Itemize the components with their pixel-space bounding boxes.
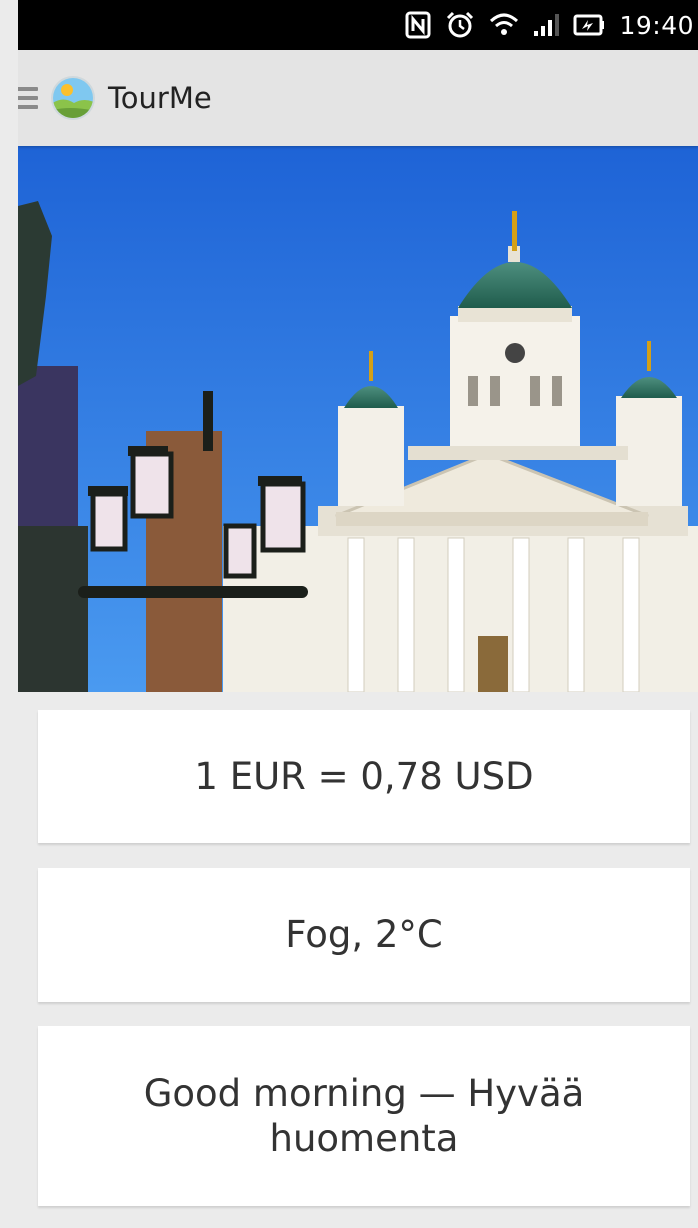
alarm-icon — [447, 11, 474, 38]
tourme-logo-icon[interactable] — [50, 75, 96, 121]
nfc-icon — [405, 11, 431, 39]
signal-icon — [534, 14, 560, 36]
status-bar: 19:40 — [18, 0, 698, 50]
greeting-text: Good morning — Hyvää huomenta — [143, 1071, 585, 1160]
hamburger-icon[interactable] — [18, 87, 38, 109]
app-title: TourMe — [108, 81, 212, 115]
action-bar: TourMe — [18, 50, 698, 146]
exchange-rate-card[interactable]: 1 EUR = 0,78 USD — [38, 710, 690, 843]
hero-image — [18, 146, 698, 692]
battery-icon — [573, 14, 605, 36]
status-time: 19:40 — [619, 10, 694, 40]
exchange-rate-text: 1 EUR = 0,78 USD — [194, 754, 534, 798]
greeting-card[interactable]: Good morning — Hyvää huomenta — [38, 1026, 690, 1206]
weather-text: Fog, 2°C — [285, 913, 443, 957]
helsinki-cathedral-photo — [18, 146, 698, 692]
wifi-icon — [490, 13, 519, 35]
app-screen: 19:40 TourMe 1 EUR = 0,78 USD Fog, 2°C G… — [18, 0, 698, 1228]
weather-card[interactable]: Fog, 2°C — [38, 868, 690, 1002]
